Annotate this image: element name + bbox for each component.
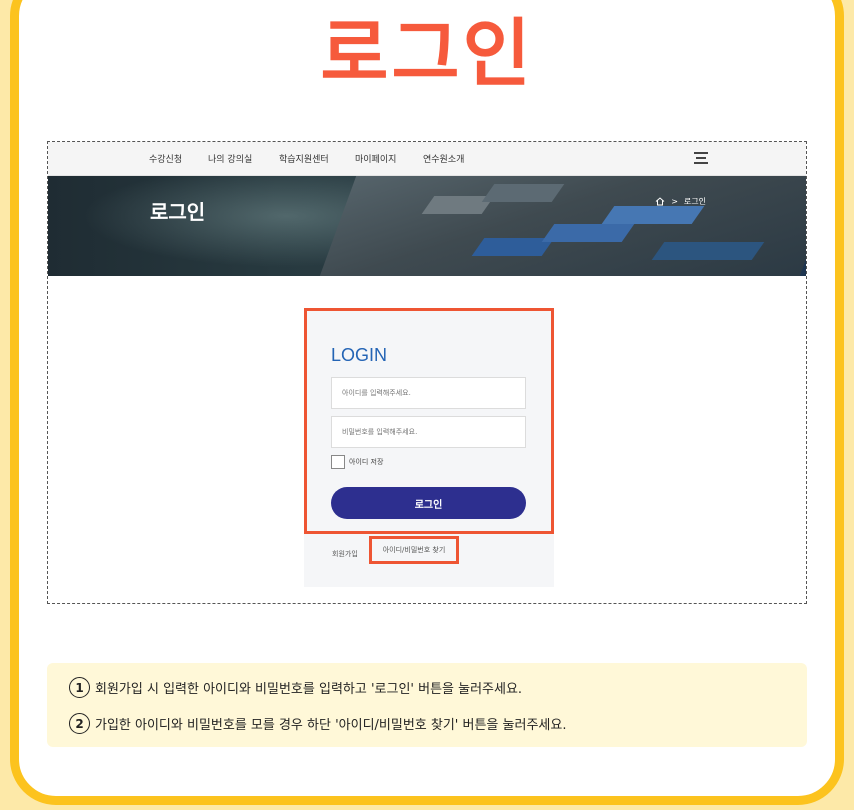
instruction-text: 가입한 아이디와 비밀번호를 모를 경우 하단 '아이디/비밀번호 찾기' 버튼… xyxy=(95,718,567,733)
step-number: 2 xyxy=(69,713,90,734)
login-links: 회원가입 아이디/비밀번호 찾기 xyxy=(304,534,554,587)
save-id-row[interactable]: 아이디 저장 xyxy=(331,455,383,469)
menu-icon[interactable] xyxy=(694,152,708,164)
nav-item-learning-support[interactable]: 학습지원센터 xyxy=(279,152,329,165)
home-icon[interactable] xyxy=(655,197,665,206)
join-link[interactable]: 회원가입 xyxy=(332,549,358,559)
breadcrumb: > 로그인 xyxy=(655,196,706,207)
hero-banner: 로그인 > 로그인 xyxy=(48,176,806,276)
container-graphic xyxy=(541,224,635,242)
instruction-item: 1 회원가입 시 입력한 아이디와 비밀번호를 입력하고 '로그인' 버튼을 눌… xyxy=(69,677,522,698)
login-title: LOGIN xyxy=(331,345,388,365)
nav-item-about[interactable]: 연수원소개 xyxy=(423,152,464,165)
container-graphic xyxy=(601,206,705,224)
instructions-box: 1 회원가입 시 입력한 아이디와 비밀번호를 입력하고 '로그인' 버튼을 눌… xyxy=(47,663,807,747)
container-graphic xyxy=(481,184,565,202)
hero-title: 로그인 xyxy=(150,200,206,224)
nav-item-enroll[interactable]: 수강신청 xyxy=(149,152,182,165)
login-box: LOGIN 아이디 저장 로그인 xyxy=(304,308,554,534)
find-account-link[interactable]: 아이디/비밀번호 찾기 xyxy=(369,536,459,564)
chevron-right-icon: > xyxy=(671,197,678,206)
top-nav: 수강신청 나의 강의실 학습지원센터 마이페이지 연수원소개 xyxy=(48,142,806,176)
login-button[interactable]: 로그인 xyxy=(331,487,526,519)
breadcrumb-current: 로그인 xyxy=(683,197,706,206)
step-number: 1 xyxy=(69,677,90,698)
instruction-item: 2 가입한 아이디와 비밀번호를 모를 경우 하단 '아이디/비밀번호 찾기' … xyxy=(69,713,566,734)
nav-item-my-classroom[interactable]: 나의 강의실 xyxy=(208,152,252,165)
container-graphic xyxy=(651,242,765,260)
page-title: 로그인 xyxy=(320,11,534,97)
nav-item-my-page[interactable]: 마이페이지 xyxy=(355,152,396,165)
screenshot-frame: 수강신청 나의 강의실 학습지원센터 마이페이지 연수원소개 로그인 > 로그인… xyxy=(47,141,807,604)
instruction-text: 회원가입 시 입력한 아이디와 비밀번호를 입력하고 '로그인' 버튼을 눌러주… xyxy=(95,682,523,697)
password-input[interactable] xyxy=(331,416,526,448)
save-id-label: 아이디 저장 xyxy=(349,458,384,466)
save-id-checkbox[interactable] xyxy=(331,455,345,469)
id-input[interactable] xyxy=(331,377,526,409)
